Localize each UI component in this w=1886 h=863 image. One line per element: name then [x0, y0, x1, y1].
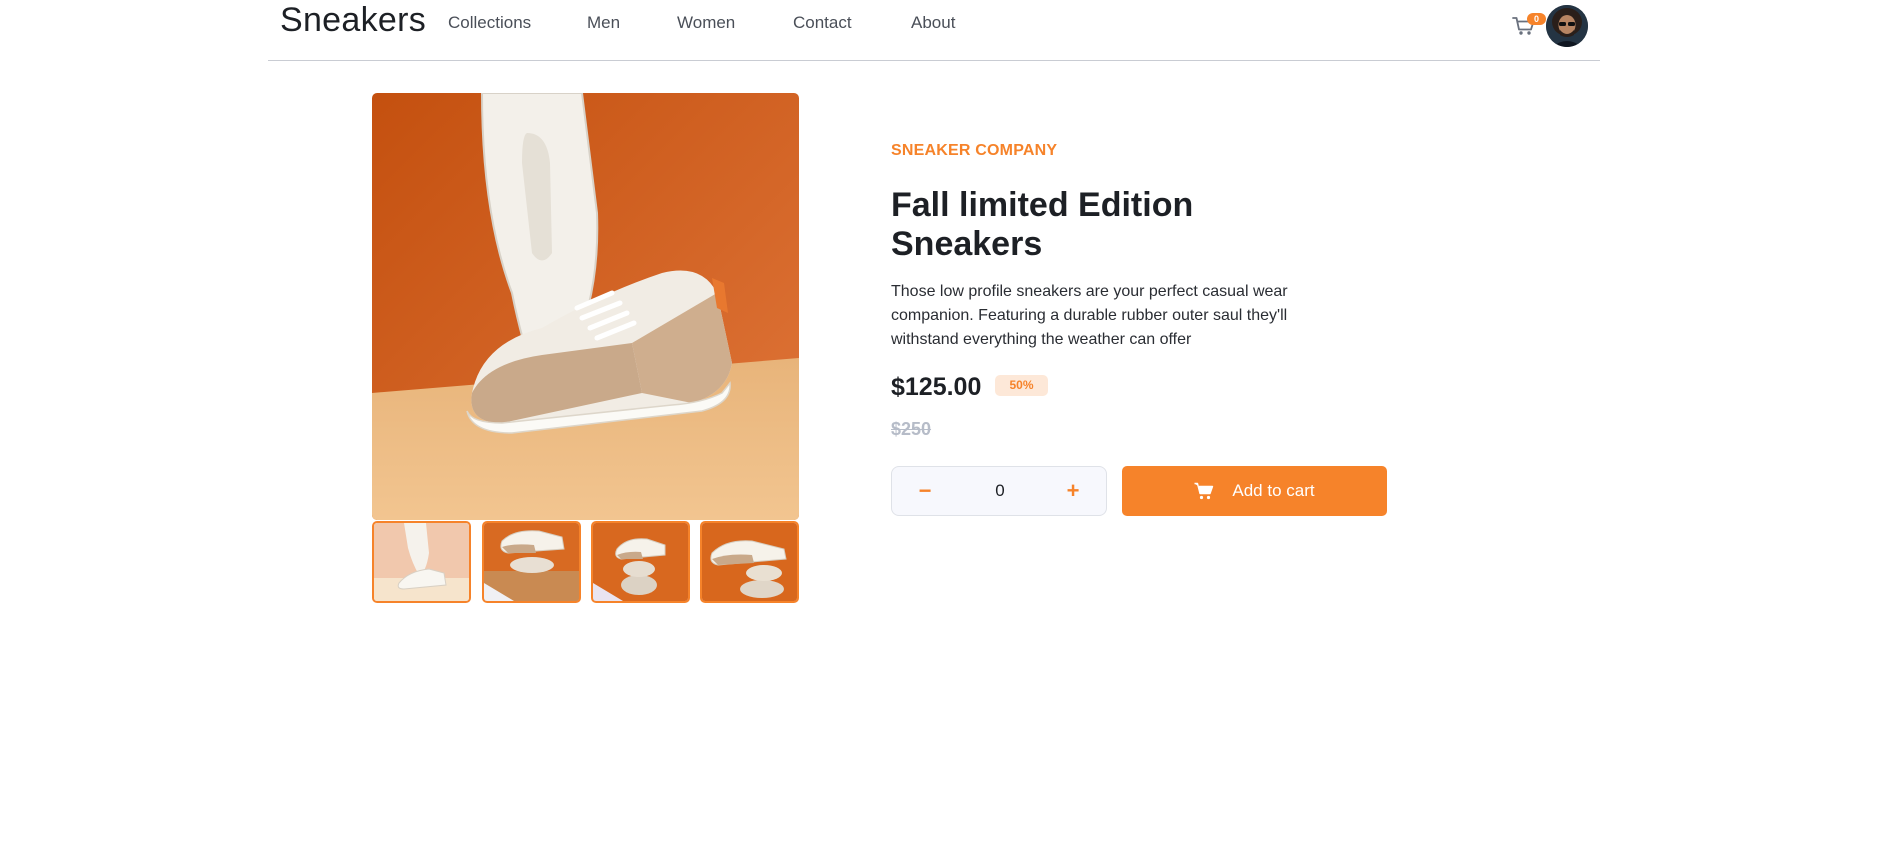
nav-item-collections[interactable]: Collections [448, 12, 587, 34]
quantity-stepper: − + [891, 466, 1107, 516]
sneaker-main-photo[interactable] [372, 93, 799, 520]
nav-item-contact[interactable]: Contact [793, 12, 911, 34]
increment-button[interactable]: + [1050, 467, 1096, 515]
add-to-cart-button[interactable]: Add to cart [1122, 466, 1387, 516]
original-price: $250 [891, 419, 932, 439]
nav-item-men[interactable]: Men [587, 12, 677, 34]
company-name: SNEAKER COMPANY [891, 142, 1058, 159]
nav-item-about[interactable]: About [911, 12, 955, 34]
user-avatar[interactable] [1546, 5, 1588, 47]
main-nav: Collections Men Women Contact About [448, 12, 955, 34]
thumbnail-1[interactable] [372, 521, 471, 603]
site-header: Sneakers Collections Men Women Contact A… [268, 0, 1600, 61]
decrement-button[interactable]: − [902, 467, 948, 515]
thumbnail-2[interactable] [482, 521, 581, 603]
quantity-input[interactable] [952, 467, 1048, 515]
thumbnail-strip [372, 521, 799, 603]
thumbnail-3[interactable] [591, 521, 690, 603]
cart-count-badge: 0 [1527, 13, 1546, 25]
discount-badge: 50% [995, 375, 1048, 396]
add-to-cart-label: Add to cart [1232, 481, 1315, 500]
thumbnail-4[interactable] [700, 521, 799, 603]
nav-item-women[interactable]: Women [677, 12, 793, 34]
current-price: $125.00 [891, 373, 982, 401]
site-logo[interactable]: Sneakers [280, 0, 426, 40]
cart-icon [1194, 482, 1214, 500]
product-description: Those low profile sneakers are your perf… [891, 283, 1288, 348]
product-title: Fall limited Edition Sneakers [891, 186, 1194, 263]
